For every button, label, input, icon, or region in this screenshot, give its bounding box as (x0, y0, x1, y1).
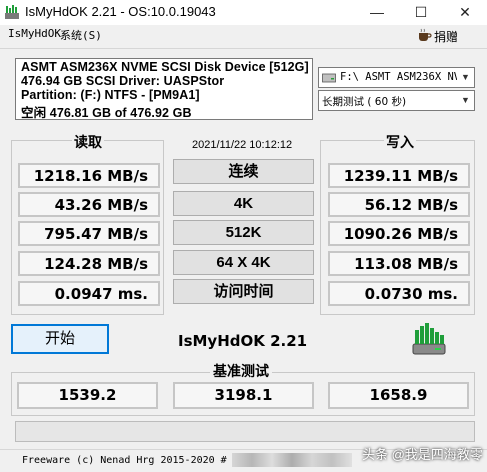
progress-bar (15, 421, 475, 442)
read-64x4k-value: 124.28 MB/s (18, 251, 160, 276)
write-64x4k-value: 113.08 MB/s (328, 251, 470, 276)
64x4k-test-button[interactable]: 64 X 4K (173, 250, 314, 275)
device-free-space: 空闲 476.81 GB of 476.92 GB (21, 106, 192, 120)
512k-test-button[interactable]: 512K (173, 220, 314, 245)
write-4k-value: 56.12 MB/s (328, 192, 470, 217)
benchmark-write-score: 1658.9 (328, 382, 469, 409)
4k-test-button[interactable]: 4K (173, 191, 314, 216)
blurred-url (232, 453, 352, 467)
test-mode-select[interactable]: 长期测试 ( 60 秒) ▼ (318, 90, 475, 111)
start-button[interactable]: 开始 (11, 324, 109, 354)
app-name-label: IsMyHdOK 2.21 (178, 332, 308, 350)
device-partition: Partition: (F:) NTFS - [PM9A1] (21, 88, 200, 102)
drive-icon (322, 73, 336, 83)
read-access-time-value: 0.0947 ms. (18, 281, 160, 306)
access-time-test-button[interactable]: 访问时间 (173, 279, 314, 304)
drive-select-value: F:\ ASMT ASM236X NVI (340, 71, 467, 83)
read-512k-value: 795.47 MB/s (18, 221, 160, 246)
chevron-down-icon: ▼ (457, 91, 474, 110)
close-button[interactable]: ✕ (443, 0, 487, 25)
watermark-text: 头条 @我是四海教零 (362, 447, 483, 462)
benchmark-title: 基准测试 (210, 361, 272, 381)
menu-item-system[interactable]: 系统(S) (60, 27, 102, 43)
test-timestamp: 2021/11/22 10:12:12 (192, 139, 293, 151)
device-model: ASMT ASM236X NVME SCSI Disk Device [512G… (21, 60, 309, 74)
write-access-time-value: 0.0730 ms. (328, 281, 470, 306)
write-title: 写入 (384, 132, 416, 152)
hard-drive-chart-icon (412, 323, 446, 355)
minimize-button[interactable]: — (355, 0, 399, 25)
chevron-down-icon: ▼ (457, 68, 474, 87)
menu-item-donate[interactable]: 捐赠 (434, 28, 458, 45)
test-mode-value: 长期测试 ( 60 秒) (322, 96, 407, 108)
window-title: IsMyHdOK 2.21 - OS:10.0.19043 (25, 4, 216, 19)
menu-separator (0, 48, 487, 49)
footer-copyright: Freeware (c) Nenad Hrg 2015-2020 # (22, 455, 227, 466)
drive-select[interactable]: F:\ ASMT ASM236X NVI ▼ (318, 67, 475, 88)
read-4k-value: 43.26 MB/s (18, 192, 160, 217)
benchmark-total-score: 3198.1 (173, 382, 314, 409)
maximize-button[interactable]: ☐ (399, 0, 443, 25)
benchmark-read-score: 1539.2 (17, 382, 158, 409)
read-title: 读取 (72, 132, 104, 152)
write-sequential-value: 1239.11 MB/s (328, 163, 470, 188)
menu-item-app[interactable]: IsMyHdOK (8, 27, 61, 40)
coffee-cup-icon[interactable] (416, 27, 432, 43)
device-size-driver: 476.94 GB SCSI Driver: UASPStor (21, 74, 225, 88)
write-512k-value: 1090.26 MB/s (328, 221, 470, 246)
sequential-test-button[interactable]: 连续 (173, 159, 314, 184)
read-sequential-value: 1218.16 MB/s (18, 163, 160, 188)
app-icon (5, 5, 19, 19)
